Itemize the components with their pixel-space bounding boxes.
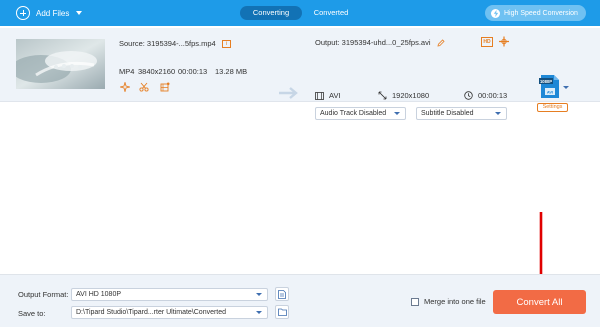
- merge-label: Merge into one file: [424, 297, 486, 306]
- crop-icon[interactable]: [499, 36, 509, 47]
- source-duration: 00:00:13: [178, 67, 208, 76]
- source-filename: Source: 3195394-...5fps.mp4 i: [119, 39, 231, 49]
- settings-button[interactable]: Settings: [537, 103, 568, 112]
- add-files-button[interactable]: Add Files: [16, 5, 83, 21]
- svg-text:1080P: 1080P: [540, 79, 552, 84]
- lightning-icon: [491, 8, 500, 18]
- info-icon[interactable]: i: [221, 40, 231, 49]
- document-icon: [278, 289, 286, 299]
- enhance-icon[interactable]: [120, 82, 130, 92]
- format-dropdown-caret[interactable]: [563, 86, 569, 89]
- output-format-label: Output Format:: [18, 290, 69, 299]
- output-duration-meta: 00:00:13: [464, 91, 507, 100]
- output-duration: 00:00:13: [478, 91, 508, 100]
- output-resolution-meta: 1920x1080: [378, 91, 429, 100]
- tab-converting[interactable]: Converting: [240, 6, 302, 20]
- subtitle-select[interactable]: Subtitle Disabled: [416, 107, 507, 120]
- high-speed-conversion-label: High Speed Conversion: [504, 9, 578, 17]
- scissors-icon[interactable]: [139, 82, 149, 92]
- save-to-label: Save to:: [18, 309, 46, 318]
- file-item-row: Source: 3195394-...5fps.mp4 i MP4 3840x2…: [0, 28, 600, 120]
- hd-badge[interactable]: HD: [481, 37, 493, 47]
- output-resolution: 1920x1080: [392, 91, 430, 100]
- svg-text:AVI: AVI: [547, 90, 553, 95]
- merge-checkbox[interactable]: [411, 297, 419, 306]
- folder-icon: [277, 308, 287, 316]
- source-size: 13.28 MB: [215, 67, 248, 76]
- high-speed-conversion-button[interactable]: High Speed Conversion: [485, 5, 586, 21]
- save-to-select[interactable]: D:\Tipard Studio\Tipard...rter Ultimate\…: [71, 306, 268, 319]
- audio-track-select[interactable]: Audio Track Disabled: [315, 107, 406, 120]
- output-format: AVI: [329, 91, 341, 100]
- source-resolution: 3840x2160: [138, 67, 176, 76]
- pencil-icon[interactable]: [437, 39, 445, 47]
- convert-all-button[interactable]: Convert All: [493, 290, 586, 314]
- chevron-down-icon[interactable]: [76, 11, 83, 15]
- resize-icon: [378, 91, 387, 100]
- source-label: Source: 3195394-...5fps.mp4: [119, 39, 216, 48]
- clock-icon: [464, 91, 473, 100]
- tab-converted[interactable]: Converted: [306, 6, 356, 20]
- add-files-label: Add Files: [36, 8, 70, 18]
- arrow-right-icon: [279, 87, 298, 99]
- source-format: MP4: [119, 67, 135, 76]
- top-toolbar: Add Files Converting Converted High Spee…: [0, 0, 600, 26]
- output-label: Output: 3195394-uhd...0_25fps.avi: [315, 38, 431, 47]
- avi-format-icon[interactable]: 1080P AVI: [539, 74, 561, 99]
- output-format-settings-button[interactable]: [275, 287, 289, 301]
- merge-option[interactable]: Merge into one file: [411, 297, 486, 306]
- film-icon: [315, 91, 324, 100]
- plus-circle-icon: [16, 6, 30, 20]
- edit-effects-icon[interactable]: [160, 82, 170, 92]
- output-format-meta: AVI: [315, 91, 341, 100]
- video-thumbnail[interactable]: [16, 39, 105, 89]
- open-folder-button[interactable]: [275, 305, 289, 319]
- output-filename: Output: 3195394-uhd...0_25fps.avi: [315, 38, 445, 47]
- output-format-select[interactable]: AVI HD 1080P: [71, 288, 268, 301]
